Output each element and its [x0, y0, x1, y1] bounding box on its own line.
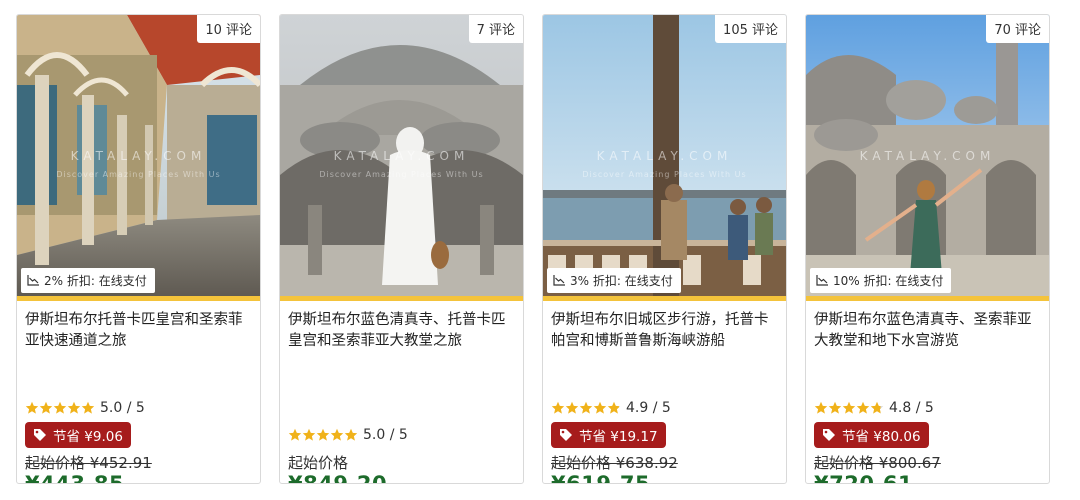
star-icon [25, 401, 39, 414]
watermark-text: KATALAY.COM [596, 149, 733, 163]
reviews-badge[interactable]: 70 评论 [986, 15, 1049, 43]
star-rating [814, 401, 884, 415]
star-icon [842, 401, 856, 414]
reviews-badge[interactable]: 7 评论 [468, 15, 523, 43]
save-text: 节省 ¥80.06 [842, 429, 921, 445]
discount-text: 3% 折扣: 在线支付 [570, 274, 673, 288]
star-icon [302, 428, 316, 441]
tour-title[interactable]: 伊斯坦布尔蓝色清真寺、托普卡匹皇宫和圣索菲亚大教堂之旅 [288, 310, 515, 352]
star-icon [344, 428, 358, 441]
tour-title[interactable]: 伊斯坦布尔蓝色清真寺、圣索菲亚大教堂和地下水宫游览 [814, 310, 1041, 352]
original-price: 起始价格 ¥452.91 [25, 454, 152, 472]
current-price: ¥720.61 [814, 472, 914, 484]
discount-text: 2% 折扣: 在线支付 [44, 274, 147, 288]
discount-text: 10% 折扣: 在线支付 [833, 274, 944, 288]
discount-badge: 3% 折扣: 在线支付 [547, 268, 681, 293]
accent-bar [543, 296, 786, 301]
star-icon [67, 401, 81, 414]
star-icon [565, 401, 579, 414]
star-icon [316, 428, 330, 441]
save-text: 节省 ¥9.06 [53, 429, 123, 445]
star-icon [856, 401, 870, 414]
tag-icon [823, 429, 835, 441]
star-icon [870, 401, 884, 414]
current-price: ¥849.20 [288, 472, 388, 484]
tour-photo[interactable]: KATALAY.COM Discover Amazing Places With… [543, 15, 786, 296]
current-price: ¥619.75 [551, 472, 651, 484]
tour-card[interactable]: KATALAY.COM Discover Amazing Places With… [16, 14, 261, 484]
star-icon [330, 428, 344, 441]
save-badge: 节省 ¥9.06 [25, 422, 131, 448]
rating: 5.0 / 5 [25, 400, 145, 416]
trending-down-icon [27, 275, 39, 286]
star-icon [579, 401, 593, 414]
accent-bar [280, 296, 523, 301]
star-icon [814, 401, 828, 414]
star-icon [551, 401, 565, 414]
watermark-text: KATALAY.COM [859, 149, 996, 163]
original-price: 起始价格 [288, 454, 349, 472]
trending-down-icon [553, 275, 565, 286]
watermark-subtext: Discover Amazing Places With Us [56, 170, 221, 179]
star-rating [551, 401, 621, 415]
original-price: 起始价格 ¥800.67 [814, 454, 941, 472]
watermark-subtext: Discover Amazing Places With Us [582, 170, 747, 179]
current-price: ¥443.85 [25, 472, 125, 484]
star-icon [81, 401, 95, 414]
tour-photo[interactable]: KATALAY.COM Discover Amazing Places With… [17, 15, 260, 296]
reviews-badge[interactable]: 105 评论 [715, 15, 786, 43]
rating-text: 5.0 / 5 [100, 400, 145, 416]
tour-title[interactable]: 伊斯坦布尔旧城区步行游，托普卡帕宫和博斯普鲁斯海峡游船 [551, 310, 778, 352]
star-icon [593, 401, 607, 414]
save-badge: 节省 ¥80.06 [814, 422, 929, 448]
tag-icon [34, 429, 46, 441]
reviews-badge[interactable]: 10 评论 [197, 15, 260, 43]
star-icon [39, 401, 53, 414]
star-icon [607, 401, 621, 414]
tag-icon [560, 429, 572, 441]
tour-title[interactable]: 伊斯坦布尔托普卡匹皇宫和圣索菲亚快速通道之旅 [25, 310, 252, 352]
rating: 4.8 / 5 [814, 400, 934, 416]
tour-card[interactable]: KATALAY.COM Discover Amazing Places With… [279, 14, 524, 484]
rating: 5.0 / 5 [288, 427, 408, 443]
rating-text: 5.0 / 5 [363, 427, 408, 443]
watermark-text: KATALAY.COM [333, 149, 470, 163]
rating-text: 4.9 / 5 [626, 400, 671, 416]
trending-down-icon [816, 275, 828, 286]
star-rating [288, 428, 358, 442]
tour-photo[interactable]: KATALAY.COM Discover Amazing Places With… [280, 15, 523, 296]
tour-photo[interactable]: KATALAY.COM 70 评论 10% 折扣: 在线支付 [806, 15, 1049, 296]
star-icon [53, 401, 67, 414]
tour-card[interactable]: KATALAY.COM Discover Amazing Places With… [542, 14, 787, 484]
save-badge: 节省 ¥19.17 [551, 422, 666, 448]
tour-card[interactable]: KATALAY.COM 70 评论 10% 折扣: 在线支付 伊斯坦布尔蓝色清真… [805, 14, 1050, 484]
rating: 4.9 / 5 [551, 400, 671, 416]
original-price: 起始价格 ¥638.92 [551, 454, 678, 472]
watermark-subtext: Discover Amazing Places With Us [319, 170, 484, 179]
star-icon [828, 401, 842, 414]
discount-badge: 10% 折扣: 在线支付 [810, 268, 952, 293]
accent-bar [806, 296, 1049, 301]
watermark-text: KATALAY.COM [70, 149, 207, 163]
star-icon [288, 428, 302, 441]
rating-text: 4.8 / 5 [889, 400, 934, 416]
accent-bar [17, 296, 260, 301]
star-rating [25, 401, 95, 415]
discount-badge: 2% 折扣: 在线支付 [21, 268, 155, 293]
save-text: 节省 ¥19.17 [579, 429, 658, 445]
